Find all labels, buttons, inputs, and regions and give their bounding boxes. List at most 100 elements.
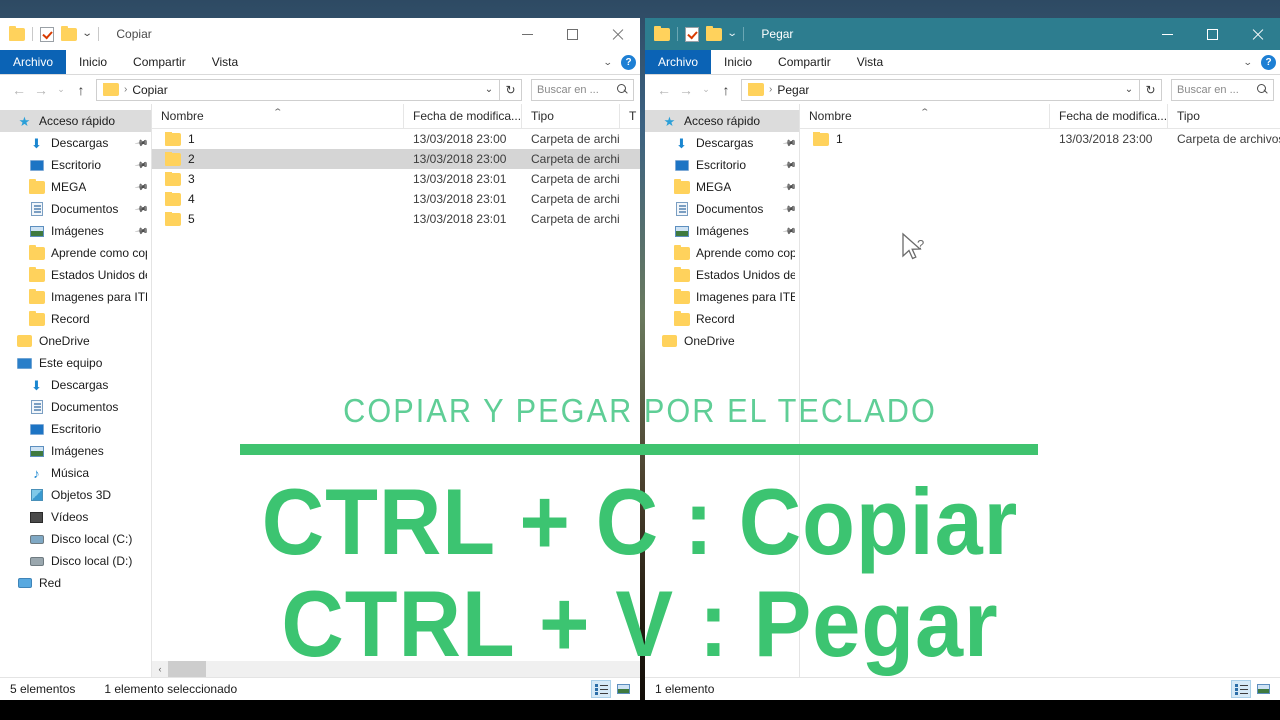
chevron-down-icon[interactable]: ⌄: [1119, 80, 1139, 100]
sidebar-item-mega[interactable]: MEGA 📌: [645, 176, 799, 198]
properties-icon[interactable]: [40, 26, 54, 42]
back-button[interactable]: ←: [8, 79, 30, 101]
large-icons-view-icon[interactable]: [613, 680, 633, 698]
minimize-button[interactable]: [1145, 18, 1190, 50]
refresh-button[interactable]: ↻: [1140, 78, 1162, 101]
file-name-cell[interactable]: 5: [152, 212, 404, 226]
sidebar-item-descargas[interactable]: ⬇ Descargas: [0, 374, 151, 396]
search-icon[interactable]: [1257, 84, 1268, 95]
chevron-down-icon[interactable]: ⌄: [727, 29, 738, 39]
help-icon[interactable]: ?: [1261, 55, 1276, 70]
refresh-button[interactable]: ↻: [500, 78, 522, 101]
tab-archivo[interactable]: Archivo: [0, 50, 67, 74]
sidebar-item-aprende-como-cop[interactable]: Aprende como cop: [645, 242, 799, 264]
maximize-button[interactable]: [1190, 18, 1235, 50]
sidebar-item-im-genes[interactable]: Imágenes 📌: [0, 220, 151, 242]
column-header-tipo[interactable]: Tipo: [1168, 104, 1280, 129]
ribbon-tabs-copiar[interactable]: Archivo Inicio Compartir Vista ⌄ ?: [0, 50, 640, 75]
file-name-cell[interactable]: 2: [152, 152, 404, 166]
details-view-icon[interactable]: [1231, 680, 1251, 698]
forward-button[interactable]: →: [675, 79, 697, 101]
breadcrumb-path[interactable]: Pegar: [777, 83, 809, 97]
chevron-down-icon[interactable]: ⌄: [82, 29, 93, 39]
window-controls[interactable]: [1145, 18, 1280, 50]
titlebar-copiar[interactable]: ⌄ Copiar: [0, 18, 640, 50]
pin-icon[interactable]: 📌: [134, 157, 149, 173]
breadcrumb[interactable]: › Pegar: [748, 82, 809, 97]
tab-vista[interactable]: Vista: [844, 50, 896, 74]
sidebar-item-documentos[interactable]: Documentos 📌: [0, 198, 151, 220]
breadcrumb-path[interactable]: Copiar: [132, 83, 167, 97]
pin-icon[interactable]: 📌: [782, 135, 797, 151]
column-headers-copiar[interactable]: Nombre ⌃ Fecha de modifica... Tipo T: [152, 104, 640, 129]
address-bar-row-pegar[interactable]: ← → ⌄ ↑ › Pegar ⌄ ↻ Buscar en ...: [645, 75, 1280, 104]
address-bar[interactable]: › Pegar ⌄: [741, 78, 1140, 101]
quick-access-toolbar[interactable]: ⌄: [0, 25, 106, 42]
column-header-tipo[interactable]: Tipo: [522, 104, 620, 129]
table-row[interactable]: 5 13/03/2018 23:01 Carpeta de archivos: [152, 209, 640, 229]
sidebar-item-onedrive[interactable]: OneDrive: [645, 330, 799, 352]
chevron-down-icon[interactable]: ⌄: [603, 57, 613, 68]
column-header-t[interactable]: T: [620, 104, 640, 129]
up-button[interactable]: ↑: [70, 79, 92, 101]
sidebar-item-mega[interactable]: MEGA 📌: [0, 176, 151, 198]
pin-icon[interactable]: 📌: [782, 157, 797, 173]
pin-icon[interactable]: 📌: [782, 201, 797, 217]
search-icon[interactable]: [617, 84, 628, 95]
sidebar-item-descargas[interactable]: ⬇ Descargas 📌: [645, 132, 799, 154]
chevron-down-icon[interactable]: ⌄: [1243, 57, 1253, 68]
recent-locations-icon[interactable]: ⌄: [52, 79, 70, 101]
address-bar-controls[interactable]: ⌄: [479, 80, 499, 100]
table-row[interactable]: 1 13/03/2018 23:00 Carpeta de archivos: [152, 129, 640, 149]
column-header-fecha-de-modifica[interactable]: Fecha de modifica...: [404, 104, 522, 129]
column-header-fecha-de-modifica[interactable]: Fecha de modifica...: [1050, 104, 1168, 129]
pin-icon[interactable]: 📌: [782, 223, 797, 239]
column-headers-pegar[interactable]: Nombre ⌃ Fecha de modifica... Tipo: [800, 104, 1280, 129]
pin-icon[interactable]: 📌: [782, 179, 797, 195]
sidebar-item-aprende-como-cop[interactable]: Aprende como cop: [0, 242, 151, 264]
sidebar-item-estados-unidos-des[interactable]: Estados Unidos des: [0, 264, 151, 286]
ribbon-tabs-pegar[interactable]: Archivo Inicio Compartir Vista ⌄ ?: [645, 50, 1280, 75]
file-name-cell[interactable]: 3: [152, 172, 404, 186]
sidebar-item-record[interactable]: Record: [645, 308, 799, 330]
tab-vista[interactable]: Vista: [199, 50, 251, 74]
chevron-down-icon[interactable]: ⌄: [479, 80, 499, 100]
tab-compartir[interactable]: Compartir: [765, 50, 844, 74]
ribbon-right-controls[interactable]: ⌄ ?: [603, 50, 636, 75]
up-button[interactable]: ↑: [715, 79, 737, 101]
file-rows-copiar[interactable]: 1 13/03/2018 23:00 Carpeta de archivos 2 13/…: [152, 129, 640, 229]
table-row[interactable]: 2 13/03/2018 23:00 Carpeta de archivos: [152, 149, 640, 169]
sidebar-item-descargas[interactable]: ⬇ Descargas 📌: [0, 132, 151, 154]
file-name-cell[interactable]: 1: [152, 132, 404, 146]
sidebar-item-onedrive[interactable]: OneDrive: [0, 330, 151, 352]
maximize-button[interactable]: [550, 18, 595, 50]
window-controls[interactable]: [505, 18, 640, 50]
sidebar-item-escritorio[interactable]: Escritorio: [0, 418, 151, 440]
pin-icon[interactable]: 📌: [134, 223, 149, 239]
back-button[interactable]: ←: [653, 79, 675, 101]
sidebar-item-imagenes-para-itec[interactable]: Imagenes para ITEC: [0, 286, 151, 308]
sidebar-item-acceso-r-pido[interactable]: ★ Acceso rápido: [0, 110, 151, 132]
breadcrumb[interactable]: › Copiar: [103, 82, 168, 97]
table-row[interactable]: 3 13/03/2018 23:01 Carpeta de archivos: [152, 169, 640, 189]
new-folder-icon[interactable]: [706, 25, 722, 41]
sidebar-item-escritorio[interactable]: Escritorio 📌: [0, 154, 151, 176]
quick-access-toolbar[interactable]: ⌄: [645, 25, 751, 42]
sidebar-item-documentos[interactable]: Documentos 📌: [645, 198, 799, 220]
recent-locations-icon[interactable]: ⌄: [697, 79, 715, 101]
close-button[interactable]: [595, 18, 640, 50]
pin-icon[interactable]: 📌: [134, 179, 149, 195]
table-row[interactable]: 4 13/03/2018 23:01 Carpeta de archivos: [152, 189, 640, 209]
sidebar-item-documentos[interactable]: Documentos: [0, 396, 151, 418]
tab-inicio[interactable]: Inicio: [66, 50, 120, 74]
search-input[interactable]: Buscar en ...: [1171, 78, 1274, 101]
pin-icon[interactable]: 📌: [134, 201, 149, 217]
details-view-icon[interactable]: [591, 680, 611, 698]
file-name-cell[interactable]: 4: [152, 192, 404, 206]
ribbon-right-controls[interactable]: ⌄ ?: [1243, 50, 1276, 75]
help-icon[interactable]: ?: [621, 55, 636, 70]
tab-inicio[interactable]: Inicio: [711, 50, 765, 74]
view-buttons-copiar[interactable]: [591, 680, 640, 698]
tab-compartir[interactable]: Compartir: [120, 50, 199, 74]
search-input[interactable]: Buscar en ...: [531, 78, 634, 101]
